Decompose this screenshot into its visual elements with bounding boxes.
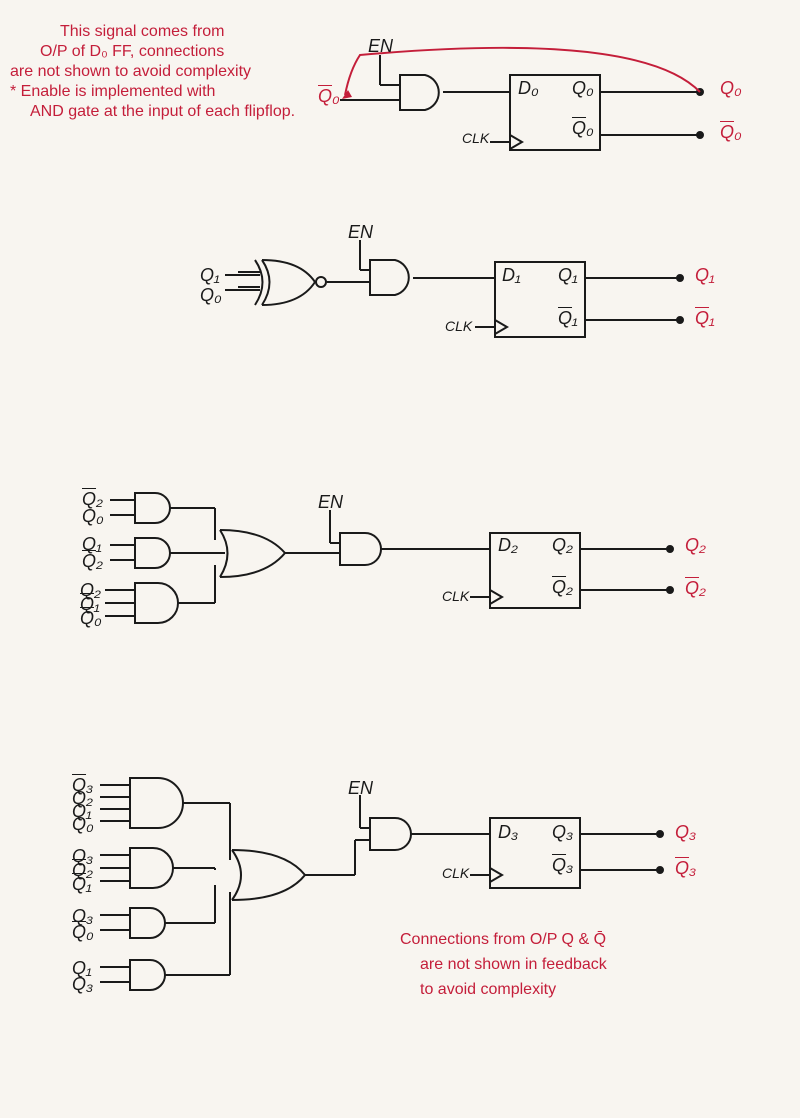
input-q0bar: Q₀ (318, 86, 340, 107)
s3-g1-in4: Q₀ (72, 814, 94, 835)
out-q1: Q₁ (695, 265, 715, 286)
input-q0-s1: Q₀ (200, 285, 222, 306)
s2-g3-in3: Q₀ (80, 608, 102, 629)
ff3-qbar: Q₃ (552, 855, 573, 876)
note-bottom-1: Connections from O/P Q & Q̄ (400, 930, 606, 951)
ff1-q: Q₁ (558, 265, 578, 286)
clk-0: CLK (462, 130, 489, 146)
out-q0: Q₀ (720, 78, 742, 99)
ff3-d: D₃ (498, 822, 518, 843)
s3-g4-in2: Q₃ (72, 974, 93, 995)
en-label-3: EN (348, 778, 373, 799)
ff2-q: Q₂ (552, 535, 573, 556)
out-q2: Q₂ (685, 535, 706, 556)
out-q3: Q₃ (675, 822, 696, 843)
ff2-qbar: Q₂ (552, 577, 573, 598)
ff0-qbar: Q₀ (572, 118, 594, 139)
en-label-2: EN (318, 492, 343, 513)
ff1-qbar: Q₁ (558, 308, 578, 329)
clk-1: CLK (445, 318, 472, 334)
s3-g3-in2: Q₀ (72, 922, 94, 943)
out-q3bar: Q₃ (675, 858, 696, 879)
s2-g2-in2: Q₂ (82, 551, 103, 572)
ff3-q: Q₃ (552, 822, 573, 843)
clk-3: CLK (442, 865, 469, 881)
s3-g2-in3: Q₁ (72, 874, 92, 895)
out-q0bar: Q₀ (720, 122, 742, 143)
en-label-0: EN (368, 36, 393, 57)
out-q2bar: Q₂ (685, 578, 706, 599)
s2-g1-in2: Q₀ (82, 506, 104, 527)
out-q1bar: Q₁ (695, 308, 715, 329)
note-bottom-3: to avoid complexity (420, 980, 556, 1001)
ff1-d: D₁ (502, 265, 521, 286)
note-bottom-2: are not shown in feedback (420, 955, 607, 976)
input-q1: Q₁ (200, 265, 220, 286)
ff0-d: D₀ (518, 78, 539, 99)
en-label-1: EN (348, 222, 373, 243)
ff2-d: D₂ (498, 535, 518, 556)
ff0-q: Q₀ (572, 78, 594, 99)
clk-2: CLK (442, 588, 469, 604)
